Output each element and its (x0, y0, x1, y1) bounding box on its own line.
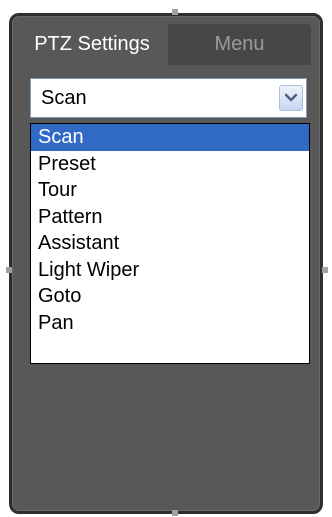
option-pan[interactable]: Pan (31, 310, 309, 337)
option-assistant[interactable]: Assistant (31, 230, 309, 257)
mode-dropdown-list: Scan Preset Tour Pattern Assistant Light… (30, 123, 310, 364)
option-scan[interactable]: Scan (31, 124, 309, 151)
tab-bar: PTZ Settings Menu (16, 24, 321, 65)
resize-handle-top[interactable] (172, 9, 178, 15)
tab-ptz-settings[interactable]: PTZ Settings (16, 24, 168, 65)
option-tour[interactable]: Tour (31, 177, 309, 204)
option-pattern[interactable]: Pattern (31, 204, 309, 231)
resize-handle-left[interactable] (6, 267, 12, 273)
mode-select[interactable]: Scan (30, 78, 307, 118)
resize-handle-right[interactable] (322, 267, 328, 273)
option-goto[interactable]: Goto (31, 283, 309, 310)
option-light-wiper[interactable]: Light Wiper (31, 257, 309, 284)
resize-handle-bottom[interactable] (172, 510, 178, 516)
chevron-down-icon (285, 93, 297, 102)
mode-select-value: Scan (41, 87, 87, 109)
dropdown-button[interactable] (279, 85, 303, 111)
tab-menu[interactable]: Menu (168, 24, 311, 65)
option-preset[interactable]: Preset (31, 151, 309, 178)
